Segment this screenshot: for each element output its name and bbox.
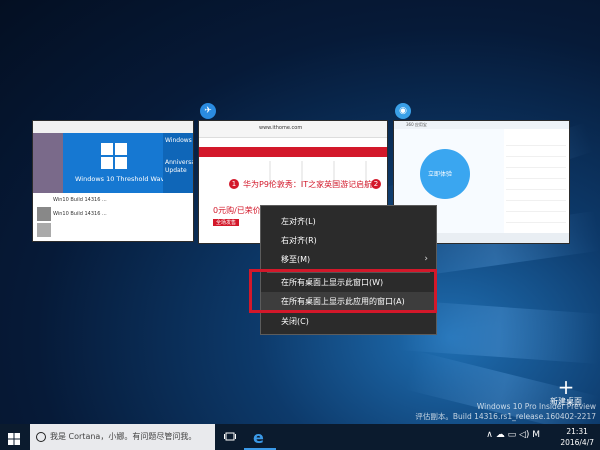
chevron-right-icon: › xyxy=(424,254,428,264)
os-watermark: Windows 10 Pro Insider Preview 评估副本。Buil… xyxy=(415,402,596,422)
clock[interactable]: 21:31 2016/4/7 xyxy=(560,426,594,448)
promo-text: 0元购/已荣价 xyxy=(213,206,261,215)
clock-time: 21:31 xyxy=(566,427,588,436)
edge-browser-icon[interactable]: e xyxy=(253,428,264,447)
list-item: Win10 Build 14316 ... xyxy=(53,197,107,203)
headline-number: 1 xyxy=(229,179,239,189)
menu-item-label: 关闭(C) xyxy=(281,317,309,326)
system-tray-icons[interactable]: ∧ ☁ ▭ ◁) M xyxy=(486,430,540,440)
search-placeholder: 我是 Cortana，小娜。有问题尽管问我。 xyxy=(50,432,197,441)
edge-app-icon: ✈ xyxy=(200,103,216,119)
menu-item-label: 右对齐(R) xyxy=(281,236,317,245)
list-thumbnail xyxy=(37,207,51,221)
menu-item-snap-left[interactable]: 左对齐(L) xyxy=(261,212,436,231)
url-text: www.ithome.com xyxy=(259,125,303,131)
hero-title: Windows 10 Threshold Wave 2 xyxy=(75,175,175,183)
context-menu: 左对齐(L) 右对齐(R) 移至(M) › 在所有桌面上显示此窗口(W) 在所有… xyxy=(260,205,437,335)
side-subtitle: Anniversary Update xyxy=(165,159,193,174)
clock-date: 2016/4/7 xyxy=(560,438,594,447)
plus-icon: + xyxy=(557,375,575,399)
windows-logo-icon xyxy=(101,143,127,169)
hero-photo xyxy=(33,133,63,193)
cortana-search-box[interactable]: 我是 Cortana，小娜。有问题尽管问我。 xyxy=(30,424,215,450)
app-title: 360 应用宝 xyxy=(406,122,427,127)
watermark-line: 评估副本。Build 14316.rs1_release.160402-2217 xyxy=(415,412,596,421)
windows-start-icon xyxy=(8,433,20,445)
menu-item-snap-right[interactable]: 右对齐(R) xyxy=(261,231,436,250)
watermark-line: Windows 10 Pro Insider Preview xyxy=(476,402,596,411)
menu-item-show-app-windows-all-desktops[interactable]: 在所有桌面上显示此应用的窗口(A) xyxy=(261,292,436,311)
menu-item-move-to[interactable]: 移至(M) › xyxy=(261,250,436,269)
app-grid xyxy=(506,143,566,233)
app-icon-right: ◉ xyxy=(395,103,411,119)
promo-button: 全场发售 xyxy=(213,219,240,226)
cortana-icon xyxy=(36,432,46,442)
task-view-icon[interactable] xyxy=(224,432,236,441)
side-title: Windows xyxy=(165,137,192,144)
window-thumbnail-left[interactable]: Windows 10 Threshold Wave 2 Windows Anni… xyxy=(32,120,194,242)
start-button[interactable] xyxy=(8,430,20,449)
site-nav-bar xyxy=(199,147,387,157)
taskbar: 我是 Cortana，小娜。有问题尽管问我。 e ∧ ☁ ▭ ◁) M 21:3… xyxy=(0,424,600,450)
list-thumbnail xyxy=(37,223,51,237)
menu-item-label: 在所有桌面上显示此应用的窗口(A) xyxy=(281,297,405,306)
list-item: Win10 Build 14316 ... xyxy=(53,211,107,217)
menu-item-label: 左对齐(L) xyxy=(281,217,316,226)
menu-item-label: 在所有桌面上显示此窗口(W) xyxy=(281,278,384,287)
headline-number: 2 xyxy=(371,179,381,189)
headline: 华为P9伦敦秀：IT之家英国游记启航！ xyxy=(243,180,381,189)
menu-item-label: 移至(M) xyxy=(281,255,311,264)
menu-item-show-window-all-desktops[interactable]: 在所有桌面上显示此窗口(W) xyxy=(261,273,436,292)
menu-item-close[interactable]: 关闭(C) xyxy=(261,312,436,331)
experience-button-label: 立即体验 xyxy=(428,171,453,178)
